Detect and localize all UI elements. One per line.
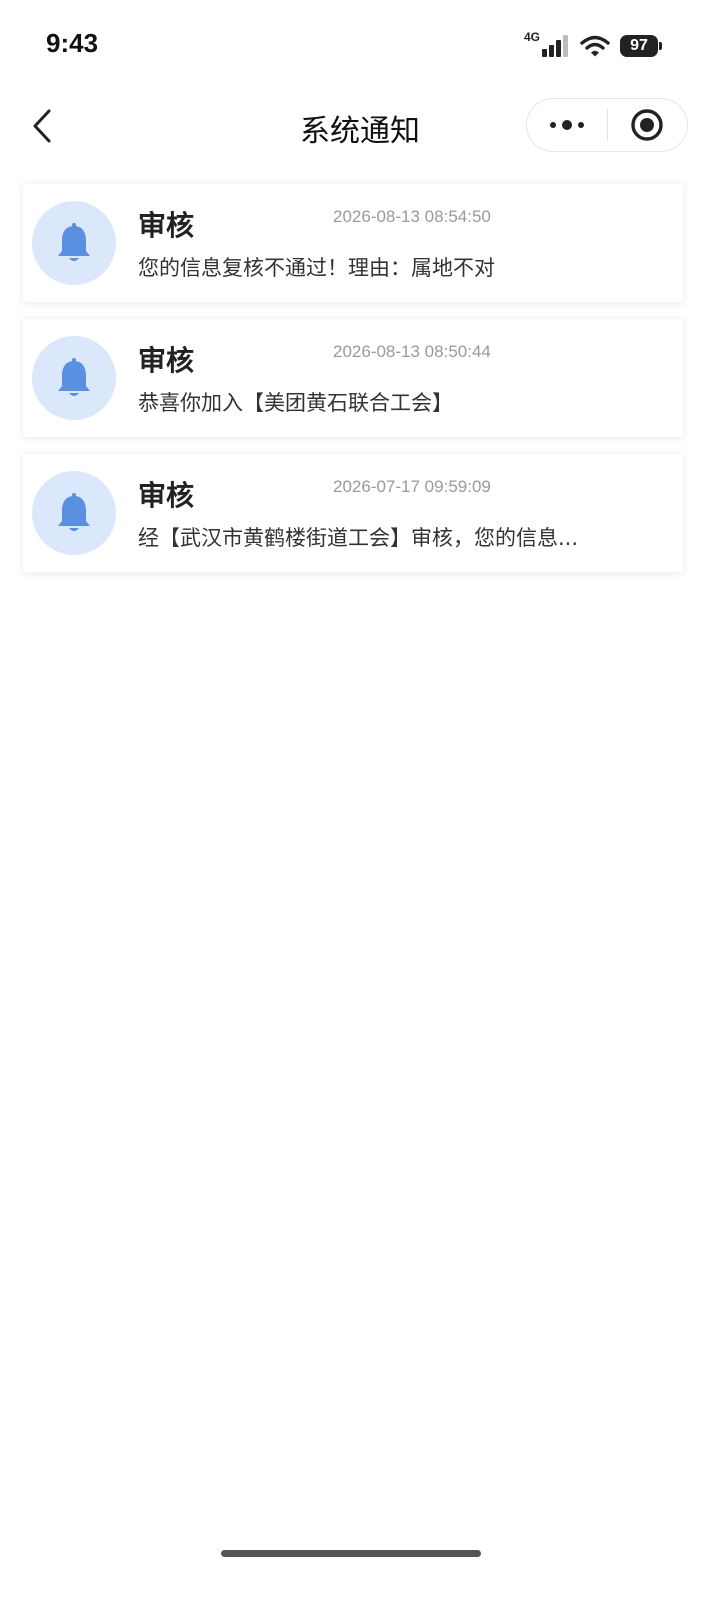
home-indicator[interactable] bbox=[221, 1550, 481, 1557]
notification-time: 2026-08-13 08:54:50 bbox=[333, 207, 491, 226]
notification-title: 审核 bbox=[138, 344, 195, 377]
battery-level: 97 bbox=[630, 37, 648, 54]
notification-avatar bbox=[32, 201, 116, 285]
more-button[interactable] bbox=[527, 99, 607, 151]
notification-message: 经【武汉市黄鹤楼街道工会】审核，您的信息... bbox=[138, 526, 579, 550]
notification-message: 您的信息复核不通过！理由：属地不对 bbox=[138, 256, 495, 280]
notification-list: 审核 2026-08-13 08:54:50 您的信息复核不通过！理由：属地不对… bbox=[23, 184, 683, 589]
notification-item[interactable]: 审核 2026-07-17 09:59:09 经【武汉市黄鹤楼街道工会】审核，您… bbox=[23, 454, 683, 572]
more-dots-icon bbox=[549, 120, 584, 130]
bell-icon bbox=[58, 223, 90, 261]
notification-avatar bbox=[32, 471, 116, 555]
mini-program-capsule bbox=[526, 98, 688, 152]
notification-title: 审核 bbox=[138, 209, 195, 242]
notification-avatar bbox=[32, 336, 116, 420]
close-button[interactable] bbox=[608, 99, 688, 151]
status-bar: 9:43 4G 97 bbox=[0, 0, 720, 92]
bell-icon bbox=[58, 493, 90, 531]
notification-item[interactable]: 审核 2026-08-13 08:50:44 恭喜你加入【美团黄石联合工会】 bbox=[23, 319, 683, 437]
wifi-icon bbox=[580, 35, 610, 57]
notification-item[interactable]: 审核 2026-08-13 08:54:50 您的信息复核不通过！理由：属地不对 bbox=[23, 184, 683, 302]
bell-icon bbox=[58, 358, 90, 396]
notification-time: 2026-07-17 09:59:09 bbox=[333, 477, 491, 496]
network-label: 4G bbox=[523, 30, 540, 44]
signal-icon bbox=[542, 35, 568, 57]
status-icons: 4G 97 bbox=[523, 30, 662, 62]
notification-time: 2026-08-13 08:50:44 bbox=[333, 342, 491, 361]
target-circle-icon bbox=[631, 109, 663, 141]
battery-indicator: 97 bbox=[620, 35, 662, 57]
notification-message: 恭喜你加入【美团黄石联合工会】 bbox=[138, 391, 453, 415]
status-time: 9:43 bbox=[46, 28, 99, 58]
notification-title: 审核 bbox=[138, 479, 195, 512]
nav-bar: 系统通知 bbox=[0, 92, 720, 160]
